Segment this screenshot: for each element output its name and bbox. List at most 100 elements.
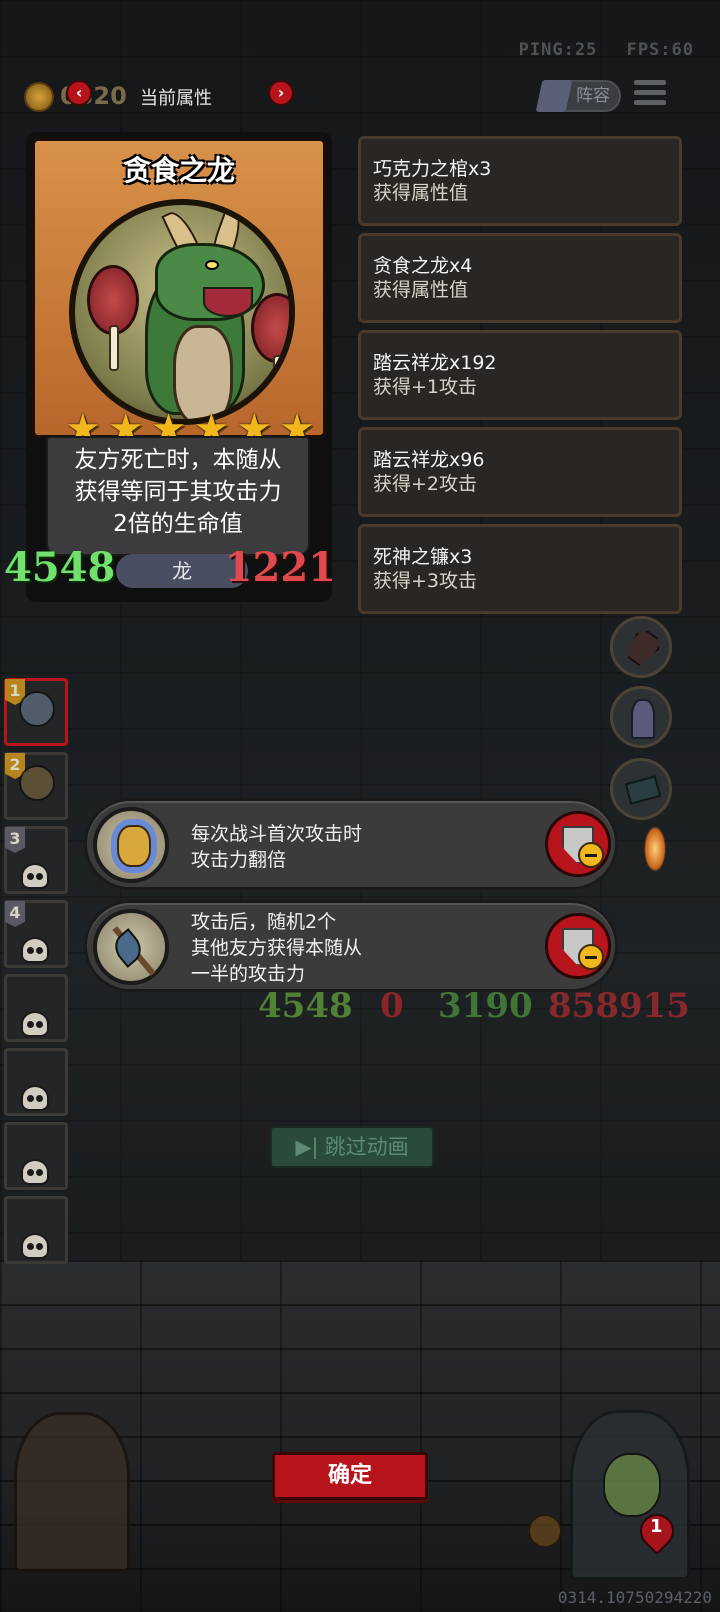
minus-icon [578, 944, 604, 970]
team-slot-2[interactable]: 2 [4, 752, 68, 820]
lineup-label: 阵容 [576, 86, 610, 106]
slot-number: 3 [5, 827, 25, 853]
slot-number: 4 [5, 901, 25, 927]
effect-desc: 获得+2攻击 [373, 473, 478, 495]
torch-flame [644, 826, 666, 872]
team-slot-7[interactable] [4, 1122, 68, 1190]
skill-row: 每次战斗首次攻击时 攻击力翻倍 [84, 798, 618, 890]
book-icon [624, 775, 662, 805]
skull-icon [21, 1233, 49, 1259]
skill-row: 攻击后，随机2个 其他友方获得本随从 一半的攻击力 [84, 900, 618, 992]
effect-desc: 获得+3攻击 [373, 570, 478, 592]
hero-face [603, 1453, 661, 1517]
effect-name: 巧克力之棺x3 [373, 158, 492, 180]
skip-animation-button[interactable]: ▶| 跳过动画 [270, 1126, 434, 1168]
team-slot-1[interactable]: 1 [4, 678, 68, 746]
skull-icon [21, 1011, 49, 1037]
team-slot-3[interactable]: 3 [4, 826, 68, 894]
lives-count: 1 [650, 1516, 663, 1537]
tavern-portrait[interactable] [14, 1412, 130, 1572]
fps-label: FPS:60 [626, 40, 694, 60]
team-column: 1 2 3 4 [0, 678, 72, 1270]
altar-button[interactable] [610, 686, 672, 748]
meat-icon [251, 293, 289, 363]
crab-icon [117, 825, 151, 867]
battle-zero: 0 [380, 986, 404, 1026]
book-button[interactable] [610, 758, 672, 820]
skip-icon: ▶| [295, 1135, 319, 1159]
bone-icon [273, 355, 283, 401]
team-slot-4[interactable]: 4 [4, 900, 68, 968]
skull-icon [21, 1159, 49, 1185]
skill-text: 攻击后，随机2个 其他友方获得本随从 一半的攻击力 [191, 909, 362, 987]
effect-desc: 获得+1攻击 [373, 376, 478, 398]
dragon-mouth [203, 287, 253, 317]
effect-name: 踏云祥龙x96 [373, 449, 485, 471]
attack-value: 4548 [4, 544, 116, 591]
minus-icon [578, 842, 604, 868]
effect-desc: 获得属性值 [373, 279, 469, 301]
dragon-eye [205, 260, 219, 270]
effect-item: 踏云祥龙x192 获得+1攻击 [358, 330, 682, 420]
desc-line: 获得等同于其攻击力 [74, 479, 282, 505]
dragon-portrait [69, 199, 295, 425]
version-label: 0314.10750294220 [557, 1588, 712, 1607]
remove-skill-button[interactable] [545, 913, 611, 979]
effect-item: 死神之镰x3 获得+3攻击 [358, 524, 682, 614]
effect-name: 死神之镰x3 [373, 546, 473, 568]
minion-face-icon [19, 765, 55, 801]
skill-line: 每次战斗首次攻击时 [191, 823, 363, 845]
card-description: 友方死亡时，本随从 获得等同于其攻击力 2倍的生命值 [46, 436, 310, 556]
skull-icon [21, 863, 49, 889]
skill-line: 攻击后，随机2个 [191, 911, 337, 933]
skill-line: 其他友方获得本随从 [191, 937, 363, 959]
card-name: 贪食之龙 [122, 154, 235, 187]
card-stats: 4548 龙 1221 [4, 544, 336, 598]
lineup-button[interactable]: 阵容 [535, 80, 621, 112]
bone-icon [109, 325, 119, 371]
effect-name: 贪食之龙x4 [373, 255, 473, 277]
desc-line: 2倍的生命值 [113, 511, 243, 537]
hero-portrait[interactable] [570, 1410, 690, 1580]
effect-name: 踏云祥龙x192 [373, 352, 497, 374]
battle-attack: 4548 [258, 986, 353, 1026]
effects-list: 巧克力之棺x3 获得属性值 贪食之龙x4 获得属性值 踏云祥龙x192 获得+1… [358, 136, 682, 621]
attribute-header: ‹ 当前属性 › [64, 80, 294, 112]
effect-item: 贪食之龙x4 获得属性值 [358, 233, 682, 323]
team-slot-5[interactable] [4, 974, 68, 1042]
team-slot-6[interactable] [4, 1048, 68, 1116]
coffin-icon [622, 626, 664, 670]
ping-label: PING:25 [518, 40, 598, 60]
skip-label: 跳过动画 [324, 1135, 409, 1159]
menu-icon[interactable] [634, 80, 666, 108]
skill-line: 攻击力翻倍 [191, 849, 287, 871]
remove-skill-button[interactable] [545, 811, 611, 877]
crown-icon [528, 1514, 562, 1548]
minion-card: 贪食之龙 ★ ★ ★ ★ ★ ★ 友方死亡时，本随从 获得等同于其攻击力 2倍的生命值 4… [4, 132, 336, 602]
skull-icon [21, 1085, 49, 1111]
card-frame: 贪食之龙 ★ ★ ★ ★ ★ ★ [32, 138, 326, 449]
coffin-button[interactable] [610, 616, 672, 678]
battle-hp-alt: 858915 [548, 986, 690, 1026]
coin-icon [24, 82, 54, 112]
next-arrow-button[interactable]: › [268, 80, 294, 106]
book-icon [535, 80, 573, 112]
health-value: 1221 [224, 544, 336, 591]
skill-line: 一半的攻击力 [191, 963, 306, 985]
skill-icon [93, 909, 169, 985]
prev-arrow-button[interactable]: ‹ [66, 80, 92, 106]
effect-desc: 获得属性值 [373, 182, 469, 204]
minion-face-icon [19, 691, 55, 727]
desc-line: 友方死亡时，本随从 [74, 447, 282, 473]
battle-stats: 4548 0 3190 858915 [258, 986, 690, 1036]
effect-item: 巧克力之棺x3 获得属性值 [358, 136, 682, 226]
confirm-button[interactable]: 确定 [272, 1452, 428, 1500]
effect-item: 踏云祥龙x96 获得+2攻击 [358, 427, 682, 517]
team-slot-8[interactable] [4, 1196, 68, 1264]
skill-text: 每次战斗首次攻击时 攻击力翻倍 [191, 821, 362, 873]
network-stats: PING:25 FPS:60 [501, 40, 694, 60]
skill-icon [93, 807, 169, 883]
skull-icon [21, 937, 49, 963]
battle-hp: 3190 [438, 986, 533, 1026]
attribute-title: 当前属性 [140, 88, 212, 109]
